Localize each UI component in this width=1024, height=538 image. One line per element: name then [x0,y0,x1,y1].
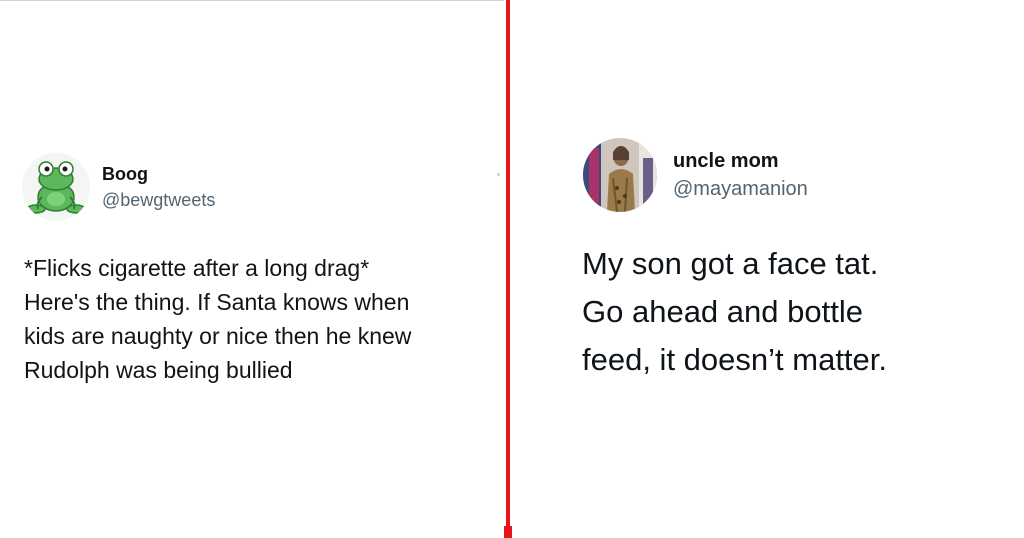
tweet-author: Boog @bewgtweets [102,163,215,211]
tweet-card-left: Boog @bewgtweets *Flicks cigarette after… [0,0,504,538]
frog-icon [22,153,90,221]
user-photo-icon [583,138,657,212]
tweet-text: *Flicks cigarette after a long drag* Her… [24,255,412,383]
divider-line [506,0,510,538]
user-handle[interactable]: @bewgtweets [102,189,215,211]
tweet-header: Boog @bewgtweets [22,153,215,221]
display-name[interactable]: uncle mom [673,149,808,173]
tweet-card-right: uncle mom @mayamanion My son got a face … [512,0,1024,538]
tweet-header: uncle mom @mayamanion [583,138,808,212]
divider-foot [504,526,512,538]
tweet-author: uncle mom @mayamanion [673,149,808,201]
tweet-text: My son got a face tat. Go ahead and bott… [582,246,888,377]
display-name[interactable]: Boog [102,163,215,185]
avatar[interactable] [583,138,657,212]
user-handle[interactable]: @mayamanion [673,177,808,201]
scroll-dot [497,173,500,176]
avatar[interactable] [22,153,90,221]
